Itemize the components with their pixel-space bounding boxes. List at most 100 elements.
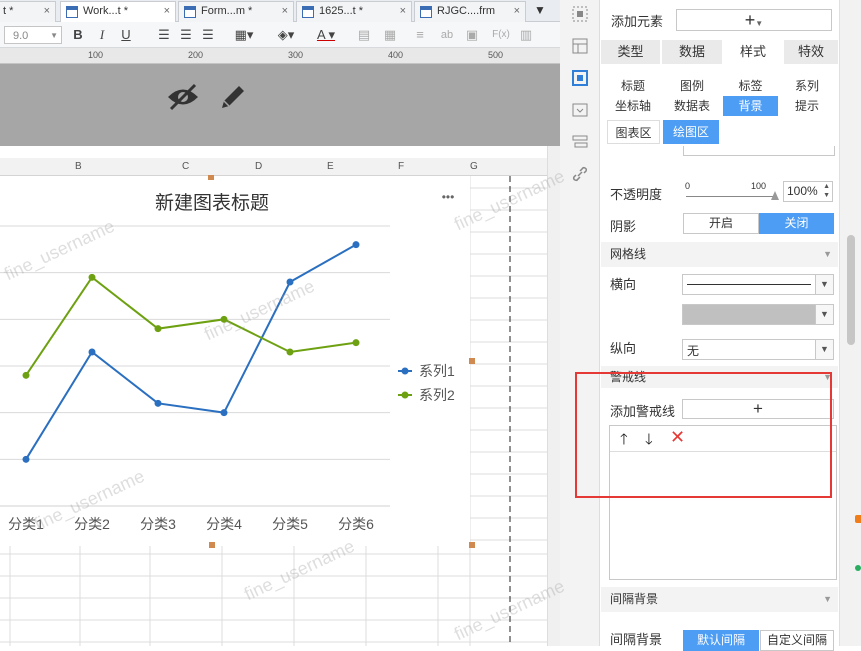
close-icon[interactable]: × xyxy=(282,2,288,21)
file-tab-3[interactable]: 1625...t * × xyxy=(296,1,412,22)
formula-button[interactable]: F(x) xyxy=(490,26,512,44)
bold-button[interactable]: B xyxy=(70,26,86,44)
tab-menu-icon[interactable]: ▼ xyxy=(534,3,550,19)
file-tab-0[interactable]: t * × xyxy=(0,1,56,22)
chart-icon[interactable]: ▥ xyxy=(518,26,534,44)
ruler-mark: 100 xyxy=(88,50,104,60)
close-icon[interactable]: × xyxy=(400,2,406,21)
file-tab-1[interactable]: Work...t * × xyxy=(60,1,176,22)
hyperlink-list-icon[interactable] xyxy=(572,134,588,150)
horizontal-line-style-select[interactable]: ▼ xyxy=(682,274,834,295)
section-gridline[interactable]: 网格线 ▼ xyxy=(601,242,838,267)
edit-icon[interactable] xyxy=(218,82,248,112)
font-color-icon[interactable]: A ▾ xyxy=(310,26,342,44)
border-icon[interactable]: ▦▾ xyxy=(230,26,258,44)
section-interval-background[interactable]: 间隔背景 ▼ xyxy=(601,587,838,612)
opacity-slider-handle[interactable] xyxy=(771,191,779,200)
chevron-down-icon: ▼ xyxy=(755,19,764,28)
interval-default-button[interactable]: 默认间隔 xyxy=(683,630,759,651)
line-chart[interactable]: 新建图表标题 ••• 分类1 分类2 分类3 分类4 分类5 分类6系列1系列2 xyxy=(0,176,470,546)
align-center-icon[interactable]: ☰ xyxy=(178,26,194,44)
x-tick-label: 分类3 xyxy=(140,516,176,532)
subtab-tooltip[interactable]: 提示 xyxy=(780,96,834,116)
ruler-mark: 400 xyxy=(388,50,404,60)
data-point xyxy=(154,399,162,407)
font-size-select[interactable]: 9.0 ▼ xyxy=(4,26,62,44)
condition-attribute-icon[interactable] xyxy=(572,102,588,118)
chevron-down-icon: ▼ xyxy=(50,31,58,40)
interval-custom-button[interactable]: 自定义间隔 xyxy=(760,630,834,651)
worksheet-icon xyxy=(66,6,78,18)
merge-icon[interactable]: ▤ xyxy=(356,26,372,44)
cell-element-icon[interactable] xyxy=(572,6,588,22)
chart-more-icon[interactable]: ••• xyxy=(442,190,455,204)
image-icon[interactable]: ▣ xyxy=(464,26,480,44)
resize-handle[interactable] xyxy=(209,542,215,548)
widget-attribute-icon[interactable] xyxy=(572,70,588,86)
subtab-background[interactable]: 背景 xyxy=(723,96,778,116)
tab-style[interactable]: 样式 xyxy=(723,40,784,64)
close-icon[interactable]: × xyxy=(44,2,50,21)
legend-label: 系列2 xyxy=(419,387,455,403)
legend-marker xyxy=(401,391,409,399)
tray-icon xyxy=(855,515,861,523)
chevron-down-icon: ▼ xyxy=(823,594,832,604)
shadow-on-button[interactable]: 开启 xyxy=(683,213,759,234)
form-icon xyxy=(420,6,432,18)
file-tab-bar: t * × Work...t * × Form...m * × 1625...t * ×… xyxy=(0,0,560,22)
align-right-icon[interactable]: ☰ xyxy=(200,26,216,44)
opacity-slider[interactable] xyxy=(686,196,776,197)
text-icon[interactable]: ≡ xyxy=(412,26,428,44)
table-icon[interactable]: ▦ xyxy=(382,26,398,44)
subtab-legend[interactable]: 图例 xyxy=(663,76,721,96)
column-label: G xyxy=(470,161,478,172)
legend-marker xyxy=(401,367,409,375)
panel-scrollbar[interactable] xyxy=(839,0,861,646)
subtab-title[interactable]: 标题 xyxy=(605,76,661,96)
legend-label: 系列1 xyxy=(419,363,455,379)
fill-color-icon[interactable]: ◈▾ xyxy=(272,26,300,44)
data-point xyxy=(88,273,96,281)
subtab-label[interactable]: 标签 xyxy=(723,76,778,96)
subtab-axis[interactable]: 坐标轴 xyxy=(605,96,661,116)
tab-type[interactable]: 类型 xyxy=(601,40,661,64)
chart-title: 新建图表标题 xyxy=(155,192,269,214)
fill-select[interactable] xyxy=(683,146,835,156)
underline-button[interactable]: U xyxy=(118,26,134,44)
file-tab-2[interactable]: Form...m * × xyxy=(178,1,294,22)
cell-attribute-icon[interactable] xyxy=(572,38,588,54)
subtab-datasheet[interactable]: 数据表 xyxy=(663,96,721,116)
resize-handle[interactable] xyxy=(208,175,214,180)
spinner-icon: ▲ ▼ xyxy=(823,183,830,199)
area-tab-chart[interactable]: 图表区 xyxy=(607,120,660,144)
align-left-icon[interactable]: ☰ xyxy=(156,26,172,44)
data-point xyxy=(286,348,294,356)
file-tab-4[interactable]: RJGC....frm × xyxy=(414,1,526,22)
close-icon[interactable]: × xyxy=(514,2,520,21)
resize-handle[interactable] xyxy=(469,358,475,364)
text-ab-button[interactable]: ab xyxy=(438,26,456,44)
horizontal-line-color-select[interactable]: ▼ xyxy=(682,304,834,325)
area-tab-plot[interactable]: 绘图区 xyxy=(663,120,719,144)
vertical-line-style-select[interactable]: 无 ▼ xyxy=(682,339,834,360)
chevron-down-icon: ▼ xyxy=(815,275,833,294)
opacity-input[interactable]: 100% ▲ ▼ xyxy=(783,181,833,202)
hide-icon[interactable] xyxy=(166,82,200,112)
shadow-off-button[interactable]: 关闭 xyxy=(759,213,834,234)
sheet-scrollbar[interactable] xyxy=(547,146,560,646)
tab-data[interactable]: 数据 xyxy=(662,40,723,64)
scroll-thumb[interactable] xyxy=(847,235,855,345)
interval-label: 间隔背景 xyxy=(610,632,663,647)
data-point xyxy=(88,348,96,356)
subtab-series[interactable]: 系列 xyxy=(780,76,834,96)
chart-background xyxy=(0,176,470,546)
hyperlink-icon[interactable] xyxy=(572,166,588,182)
resize-handle[interactable] xyxy=(469,542,475,548)
tab-label: RJGC....frm xyxy=(437,5,496,17)
ruler-mark: 300 xyxy=(288,50,304,60)
close-icon[interactable]: × xyxy=(164,2,170,21)
tab-effect[interactable]: 特效 xyxy=(784,40,839,64)
scrolled-field xyxy=(601,146,839,160)
italic-button[interactable]: I xyxy=(94,26,110,44)
add-element-button[interactable]: +▼ xyxy=(676,9,832,31)
